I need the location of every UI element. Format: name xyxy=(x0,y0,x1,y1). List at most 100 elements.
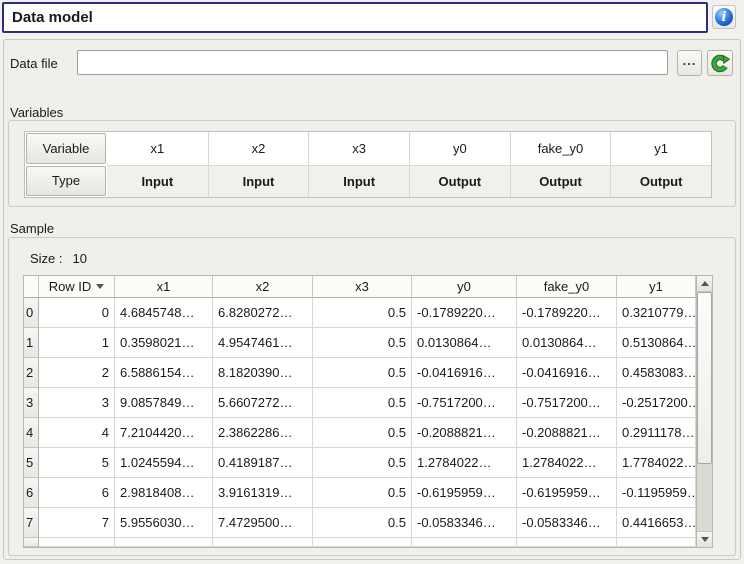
table-cell[interactable]: 7.4729500… xyxy=(213,508,313,538)
variable-name-cell[interactable]: x1 xyxy=(107,132,208,165)
table-cell[interactable]: 3 xyxy=(39,388,115,418)
browse-button[interactable]: ... xyxy=(677,50,702,76)
table-cell[interactable]: 0.5 xyxy=(313,508,412,538)
row-header[interactable]: 3 xyxy=(24,388,39,418)
variable-type-cell[interactable]: Input xyxy=(107,165,208,198)
variable-name-cell[interactable]: x3 xyxy=(308,132,409,165)
row-header[interactable]: 4 xyxy=(24,418,39,448)
table-cell[interactable]: 5 xyxy=(39,448,115,478)
variable-name-cell[interactable]: y1 xyxy=(610,132,711,165)
row-header[interactable]: 7 xyxy=(24,508,39,538)
table-cell[interactable]: 0 xyxy=(39,298,115,328)
corner-header-cell xyxy=(24,276,39,298)
variable-type-cell[interactable]: Input xyxy=(308,165,409,198)
vertical-scrollbar[interactable] xyxy=(696,276,712,547)
type-row-header[interactable]: Type xyxy=(26,166,106,197)
variable-name-cell[interactable]: x2 xyxy=(208,132,309,165)
table-cell[interactable]: 1 xyxy=(39,328,115,358)
info-button[interactable]: i xyxy=(712,5,736,29)
table-cell[interactable]: 1.2784022… xyxy=(517,448,617,478)
table-cell[interactable]: 6.5886154… xyxy=(115,358,213,388)
data-file-label: Data file xyxy=(10,56,58,71)
table-cell[interactable]: -0.0583346… xyxy=(517,508,617,538)
table-cell[interactable]: 4.9547461… xyxy=(213,328,313,358)
table-cell[interactable]: -0.6195959… xyxy=(412,478,517,508)
variable-type-cell[interactable]: Output xyxy=(409,165,510,198)
scroll-up-button[interactable] xyxy=(697,276,712,292)
table-cell[interactable]: 0.5 xyxy=(313,358,412,388)
arrow-up-icon xyxy=(701,281,709,286)
table-cell[interactable]: 6.8280272… xyxy=(213,298,313,328)
variable-type-cell[interactable]: Input xyxy=(208,165,309,198)
table-cell[interactable]: 0.3598021… xyxy=(115,328,213,358)
variable-type-cell[interactable]: Output xyxy=(610,165,711,198)
variable-name-cell[interactable]: y0 xyxy=(409,132,510,165)
table-cell[interactable]: 0.5 xyxy=(313,478,412,508)
table-cell[interactable]: -0.0416916… xyxy=(412,358,517,388)
data-file-input[interactable] xyxy=(77,50,668,75)
table-cell[interactable]: -0.6195959… xyxy=(517,478,617,508)
table-cell[interactable]: 0.5 xyxy=(313,448,412,478)
table-cell[interactable]: 0.0130864… xyxy=(517,328,617,358)
table-cell[interactable]: 0.4416653… xyxy=(617,508,696,538)
refresh-button[interactable] xyxy=(707,50,733,76)
table-cell[interactable]: 4 xyxy=(39,418,115,448)
table-cell[interactable]: -0.2517200… xyxy=(617,388,696,418)
scroll-down-button[interactable] xyxy=(697,531,712,547)
table-cell[interactable]: -0.0416916… xyxy=(517,358,617,388)
table-cell[interactable]: 9.0857849… xyxy=(115,388,213,418)
column-header-y0[interactable]: y0 xyxy=(412,276,517,298)
row-header[interactable]: 0 xyxy=(24,298,39,328)
column-header-y1[interactable]: y1 xyxy=(617,276,696,298)
table-cell[interactable]: 2.9818408… xyxy=(115,478,213,508)
table-cell[interactable]: 2 xyxy=(39,358,115,388)
variable-row-header[interactable]: Variable xyxy=(26,133,106,164)
column-header-x2[interactable]: x2 xyxy=(213,276,313,298)
table-cell[interactable]: -0.7517200… xyxy=(412,388,517,418)
table-cell[interactable]: 0.4583083… xyxy=(617,358,696,388)
table-cell[interactable]: 0.2911178… xyxy=(617,418,696,448)
row-header[interactable]: 6 xyxy=(24,478,39,508)
table-cell[interactable]: 5.9556030… xyxy=(115,508,213,538)
table-cell[interactable]: 8.1820390… xyxy=(213,358,313,388)
table-cell[interactable]: 4.6845748… xyxy=(115,298,213,328)
scrollbar-thumb[interactable] xyxy=(697,292,712,464)
row-header[interactable]: 2 xyxy=(24,358,39,388)
table-cell[interactable]: 6 xyxy=(39,478,115,508)
column-header-x3[interactable]: x3 xyxy=(313,276,412,298)
table-cell[interactable]: -0.7517200… xyxy=(517,388,617,418)
table-cell[interactable]: -0.2088821… xyxy=(412,418,517,448)
table-cell[interactable]: -0.1789220… xyxy=(517,298,617,328)
table-cell[interactable]: 0.3210779… xyxy=(617,298,696,328)
column-header-fake-y0[interactable]: fake_y0 xyxy=(517,276,617,298)
table-cell[interactable]: -0.1789220… xyxy=(412,298,517,328)
sample-table: Row ID x1 x2 x3 y0 fake_y0 y1 0 0 4.6845… xyxy=(23,275,713,548)
table-cell[interactable]: 1.0245594… xyxy=(115,448,213,478)
table-cell[interactable]: 2.3862286… xyxy=(213,418,313,448)
table-cell[interactable]: 1.2784022… xyxy=(412,448,517,478)
table-cell[interactable]: 0.5 xyxy=(313,298,412,328)
table-cell[interactable]: 3.9161319… xyxy=(213,478,313,508)
table-cell[interactable]: 1.7784022… xyxy=(617,448,696,478)
row-header[interactable]: 1 xyxy=(24,328,39,358)
table-cell[interactable]: -0.2088821… xyxy=(517,418,617,448)
column-header-row-id[interactable]: Row ID xyxy=(39,276,115,298)
table-cell[interactable]: 7 xyxy=(39,508,115,538)
table-cell[interactable]: 0.4189187… xyxy=(213,448,313,478)
table-cell[interactable]: 5.6607272… xyxy=(213,388,313,418)
variable-type-cell[interactable]: Output xyxy=(510,165,611,198)
scrollbar-track[interactable] xyxy=(697,464,712,531)
table-cell[interactable]: 0.5 xyxy=(313,388,412,418)
table-row-partial[interactable] xyxy=(24,538,696,547)
table-cell[interactable]: 0.5 xyxy=(313,418,412,448)
variable-name-cell[interactable]: fake_y0 xyxy=(510,132,611,165)
table-cell[interactable]: 0.5 xyxy=(313,328,412,358)
column-header-x1[interactable]: x1 xyxy=(115,276,213,298)
table-cell[interactable]: 0.5130864… xyxy=(617,328,696,358)
row-header[interactable]: 5 xyxy=(24,448,39,478)
table-row: 2 2 6.5886154… 8.1820390… 0.5 -0.0416916… xyxy=(24,358,696,388)
table-cell[interactable]: -0.0583346… xyxy=(412,508,517,538)
table-cell[interactable]: 0.0130864… xyxy=(412,328,517,358)
table-cell[interactable]: 7.2104420… xyxy=(115,418,213,448)
table-cell[interactable]: -0.1195959… xyxy=(617,478,696,508)
